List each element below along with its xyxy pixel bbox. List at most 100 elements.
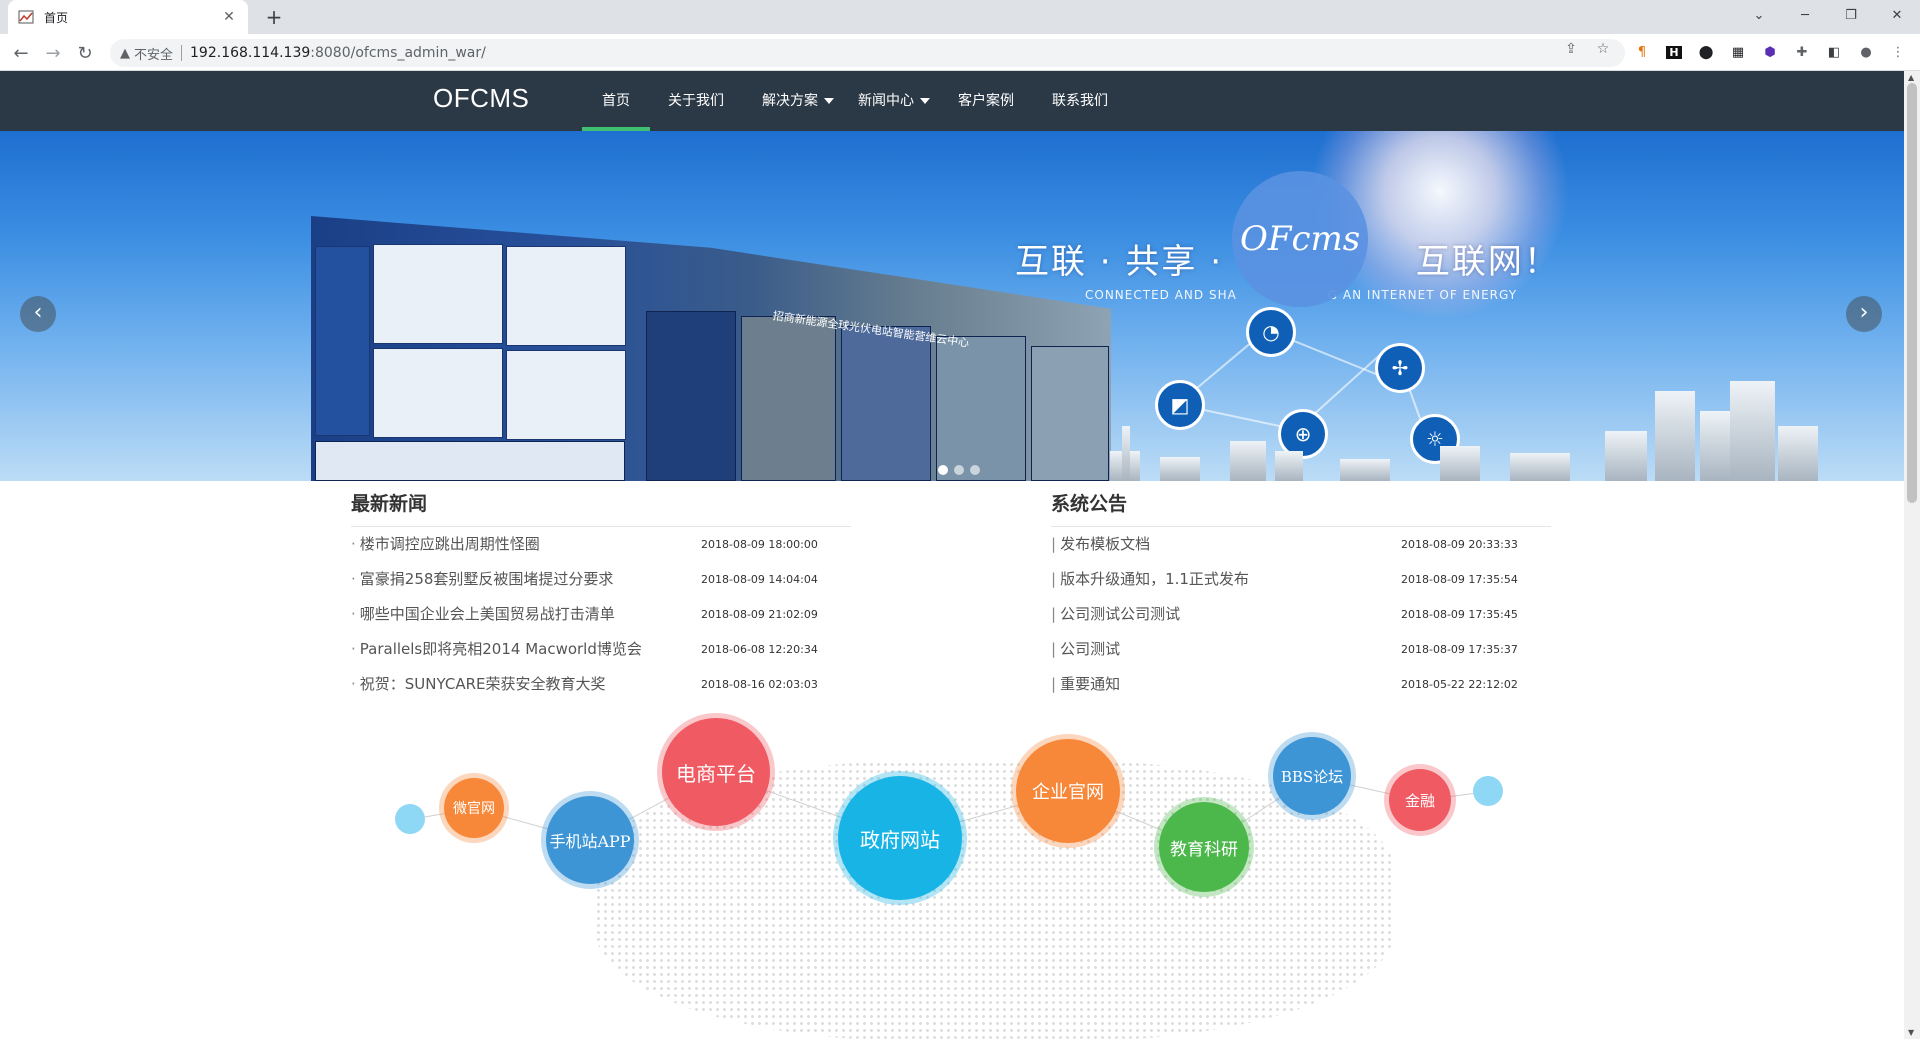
extension-h-icon[interactable]: H bbox=[1665, 43, 1683, 61]
tab-title: 首页 bbox=[44, 10, 69, 25]
notice-item[interactable]: | 公司测试公司测试 2018-08-09 17:35:45 bbox=[1051, 597, 1551, 632]
news-title[interactable]: 祝贺：SUNYCARE荣获安全教育大奖 bbox=[360, 675, 606, 693]
profile-avatar-icon[interactable]: ● bbox=[1857, 43, 1875, 61]
extension-paragraph-icon[interactable]: ¶ bbox=[1633, 43, 1651, 61]
bookmark-star-icon[interactable]: ☆ bbox=[1595, 41, 1611, 57]
bar-mark: | bbox=[1051, 640, 1057, 658]
notice-item[interactable]: | 版本升级通知，1.1正式发布 2018-08-09 17:35:54 bbox=[1051, 562, 1551, 597]
extension-hexagon-icon[interactable]: ⬢ bbox=[1761, 43, 1779, 61]
url-host[interactable]: 192.168.114.139 bbox=[190, 45, 310, 61]
notice-date: 2018-08-09 17:35:37 bbox=[1401, 643, 1518, 656]
notice-date: 2018-08-09 20:33:33 bbox=[1401, 538, 1518, 551]
solution-bubble[interactable]: BBS论坛 bbox=[1273, 737, 1351, 815]
news-date: 2018-08-09 14:04:04 bbox=[701, 573, 818, 586]
solution-label: 企业官网 bbox=[1032, 782, 1104, 803]
nav-cases[interactable]: 客户案例 bbox=[950, 71, 1022, 131]
carousel-dot[interactable] bbox=[938, 465, 948, 475]
close-window-button[interactable]: ✕ bbox=[1874, 0, 1920, 30]
tab-search-icon[interactable]: ⌄ bbox=[1736, 0, 1782, 30]
notice-title[interactable]: 版本升级通知，1.1正式发布 bbox=[1060, 570, 1249, 588]
restore-button[interactable]: ❐ bbox=[1828, 0, 1874, 30]
solution-label: 手机站APP bbox=[549, 832, 631, 851]
share-icon[interactable]: ⇪ bbox=[1563, 41, 1579, 57]
browser-toolbar: ← → ↻ ▲ 不安全 192.168.114.139 :8080/ofcms_… bbox=[0, 34, 1920, 71]
reload-button[interactable]: ↻ bbox=[73, 41, 97, 65]
carousel-dot[interactable] bbox=[970, 465, 980, 475]
scroll-up-icon[interactable]: ▲ bbox=[1908, 73, 1914, 82]
notice-title[interactable]: 公司测试公司测试 bbox=[1060, 605, 1180, 623]
news-item[interactable]: · 祝贺：SUNYCARE荣获安全教育大奖 2018-08-16 02:03:03 bbox=[351, 667, 851, 702]
bullet-mark: · bbox=[351, 640, 356, 658]
notice-item[interactable]: | 发布模板文档 2018-08-09 20:33:33 bbox=[1051, 527, 1551, 562]
pie-chart-icon: ◔ bbox=[1246, 307, 1296, 357]
nav-about[interactable]: 关于我们 bbox=[660, 71, 732, 131]
side-panel-icon[interactable]: ◧ bbox=[1825, 43, 1843, 61]
extension-grid-icon[interactable]: ▦ bbox=[1729, 43, 1747, 61]
news-title[interactable]: 哪些中国企业会上美国贸易战打击清单 bbox=[360, 605, 615, 623]
notice-item[interactable]: | 重要通知 2018-05-22 22:12:02 bbox=[1051, 667, 1551, 702]
nav-home[interactable]: 首页 bbox=[582, 71, 650, 131]
back-button[interactable]: ← bbox=[9, 41, 33, 65]
page-scrollbar[interactable]: ▲ ▼ bbox=[1904, 71, 1920, 1039]
scroll-down-icon[interactable]: ▼ bbox=[1908, 1028, 1914, 1037]
news-title[interactable]: Parallels即将亮相2014 Macworld博览会 bbox=[360, 640, 642, 658]
news-title[interactable]: 楼市调控应跳出周期性怪圈 bbox=[360, 535, 540, 553]
new-tab-button[interactable]: + bbox=[262, 5, 286, 29]
news-date: 2018-08-09 18:00:00 bbox=[701, 538, 818, 551]
bullet-mark: · bbox=[351, 535, 356, 553]
notice-item[interactable]: | 公司测试 2018-08-09 17:35:37 bbox=[1051, 632, 1551, 667]
ofcms-logo-bubble: OFcms bbox=[1232, 171, 1368, 307]
bar-mark: | bbox=[1051, 675, 1057, 693]
solution-bubble[interactable]: 电商平台 bbox=[662, 718, 770, 826]
scrollbar-thumb[interactable] bbox=[1907, 83, 1917, 503]
notice-title[interactable]: 公司测试 bbox=[1060, 640, 1120, 658]
security-label[interactable]: 不安全 bbox=[134, 44, 173, 63]
solution-bubble[interactable]: 金融 bbox=[1389, 769, 1451, 831]
latest-news-heading: 最新新闻 bbox=[351, 481, 851, 527]
nav-contact[interactable]: 联系我们 bbox=[1044, 71, 1116, 131]
news-item[interactable]: · Parallels即将亮相2014 Macworld博览会 2018-06-08… bbox=[351, 632, 851, 667]
banner-carousel: 招商新能源全球光伏电站智能营维云中心 ◔ ✢ ◩ ⊕ ☼ 互联 · 共享 · 互… bbox=[0, 131, 1904, 481]
minimize-button[interactable]: ─ bbox=[1782, 0, 1828, 30]
system-notices-heading: 系统公告 bbox=[1051, 481, 1551, 527]
solution-bubble[interactable]: 微官网 bbox=[444, 778, 504, 838]
solution-label: 电商平台 bbox=[676, 761, 756, 786]
address-bar[interactable]: ▲ 不安全 192.168.114.139 :8080/ofcms_admin_… bbox=[110, 39, 1625, 67]
carousel-next-button[interactable]: › bbox=[1846, 296, 1882, 332]
site-logo[interactable]: OFCMS bbox=[433, 83, 529, 114]
nav-news-center[interactable]: 新闻中心 bbox=[854, 71, 934, 131]
notice-title[interactable]: 发布模板文档 bbox=[1060, 535, 1150, 553]
solution-bubble[interactable]: 企业官网 bbox=[1016, 739, 1120, 843]
city-skyline bbox=[1110, 381, 1840, 481]
news-item[interactable]: · 富豪捐258套别墅反被围堵提过分要求 2018-08-09 14:04:04 bbox=[351, 562, 851, 597]
carousel-indicators bbox=[938, 465, 980, 475]
news-item[interactable]: · 哪些中国企业会上美国贸易战打击清单 2018-08-09 21:02:09 bbox=[351, 597, 851, 632]
decorative-dot bbox=[395, 804, 425, 834]
bar-mark: | bbox=[1051, 605, 1057, 623]
browser-tab[interactable]: 首页 ✕ bbox=[8, 0, 248, 34]
news-item[interactable]: · 楼市调控应跳出周期性怪圈 2018-08-09 18:00:00 bbox=[351, 527, 851, 562]
extensions-puzzle-icon[interactable]: ✚ bbox=[1793, 43, 1811, 61]
solution-bubble[interactable]: 教育科研 bbox=[1159, 802, 1249, 892]
ofcms-logo-text: OFcms bbox=[1240, 219, 1361, 259]
page-favicon-icon bbox=[18, 9, 34, 25]
carousel-prev-button[interactable]: ‹ bbox=[20, 296, 56, 332]
notice-title[interactable]: 重要通知 bbox=[1060, 675, 1120, 693]
monitoring-screens-image bbox=[311, 216, 1111, 481]
nav-home-label: 首页 bbox=[602, 93, 630, 109]
warning-icon[interactable]: ▲ bbox=[120, 46, 130, 61]
news-title[interactable]: 富豪捐258套别墅反被围堵提过分要求 bbox=[360, 570, 614, 588]
tab-close-icon[interactable]: ✕ bbox=[220, 9, 238, 25]
solution-label: 教育科研 bbox=[1170, 839, 1238, 860]
url-path[interactable]: :8080/ofcms_admin_war/ bbox=[310, 45, 486, 61]
forward-button[interactable]: → bbox=[41, 41, 65, 65]
decorative-dot bbox=[1473, 776, 1503, 806]
extension-circle-icon[interactable]: ⬤ bbox=[1697, 43, 1715, 61]
news-date: 2018-08-09 21:02:09 bbox=[701, 608, 818, 621]
browser-menu-icon[interactable]: ⋮ bbox=[1889, 43, 1907, 61]
nav-solutions[interactable]: 解决方案 bbox=[758, 71, 838, 131]
notice-date: 2018-08-09 17:35:45 bbox=[1401, 608, 1518, 621]
solution-bubble[interactable]: 政府网站 bbox=[838, 776, 962, 900]
solution-bubble[interactable]: 手机站APP bbox=[546, 796, 634, 884]
carousel-dot[interactable] bbox=[954, 465, 964, 475]
